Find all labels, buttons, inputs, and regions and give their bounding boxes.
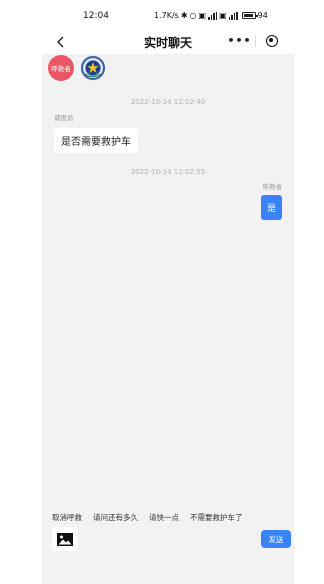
status-bar: 12:04 1.7K/s ✱ ○ ▣ ▣ 94 bbox=[42, 0, 294, 30]
signal-icon-2 bbox=[228, 11, 238, 20]
quick-reply-cancel[interactable]: 取消呼救 bbox=[52, 512, 82, 523]
status-time: 12:04 bbox=[83, 11, 109, 21]
nfc-icon: ▣ bbox=[198, 11, 207, 20]
miniprogram-capsule: ••• bbox=[224, 31, 288, 51]
police-emblem-icon bbox=[80, 55, 106, 81]
send-button[interactable]: 发送 bbox=[261, 530, 291, 548]
bluetooth-icon: ✱ bbox=[180, 11, 188, 20]
message-bubble-received: 是否需要救护车 bbox=[54, 128, 138, 153]
alarm-icon: ○ bbox=[189, 11, 197, 20]
message-bubble-sent: 是 bbox=[260, 195, 282, 220]
quick-reply-how-long[interactable]: 请问还有多久 bbox=[93, 512, 138, 523]
sender-name: 呼救者 bbox=[262, 183, 283, 191]
hd-icon: ▣ bbox=[219, 11, 227, 20]
quick-reply-no-ambulance[interactable]: 不需要救护车了 bbox=[190, 512, 243, 523]
sender-name: 调度员 bbox=[54, 114, 74, 122]
caller-avatar: 呼救者 bbox=[48, 55, 74, 81]
message-timestamp: 2022-10-14 12:02:55 bbox=[130, 168, 206, 176]
quick-replies: 取消呼救 请问还有多久 请快一点 不需要救护车了 bbox=[42, 508, 294, 526]
close-capsule-button[interactable] bbox=[256, 35, 287, 47]
nav-bar: 实时聊天 ••• bbox=[42, 30, 294, 54]
battery-icon bbox=[241, 12, 258, 19]
signal-icon bbox=[208, 11, 218, 20]
battery-level: 94 bbox=[257, 11, 268, 20]
quick-reply-hurry[interactable]: 请快一点 bbox=[149, 512, 179, 523]
network-speed: 1.7K/s bbox=[154, 11, 179, 20]
send-image-button[interactable] bbox=[52, 527, 78, 551]
participants-strip: 呼救者 bbox=[42, 54, 294, 82]
target-icon bbox=[265, 35, 278, 47]
message-timestamp: 2022-10-14 12:02:40 bbox=[130, 98, 206, 106]
input-bar: 发送 bbox=[42, 526, 294, 552]
image-icon bbox=[57, 532, 73, 546]
phone-screen: 12:04 1.7K/s ✱ ○ ▣ ▣ 94 实时聊天 ••• 呼救者 202… bbox=[42, 0, 294, 584]
status-indicators: 1.7K/s ✱ ○ ▣ ▣ 94 bbox=[154, 11, 268, 20]
more-menu-icon[interactable]: ••• bbox=[224, 35, 255, 46]
